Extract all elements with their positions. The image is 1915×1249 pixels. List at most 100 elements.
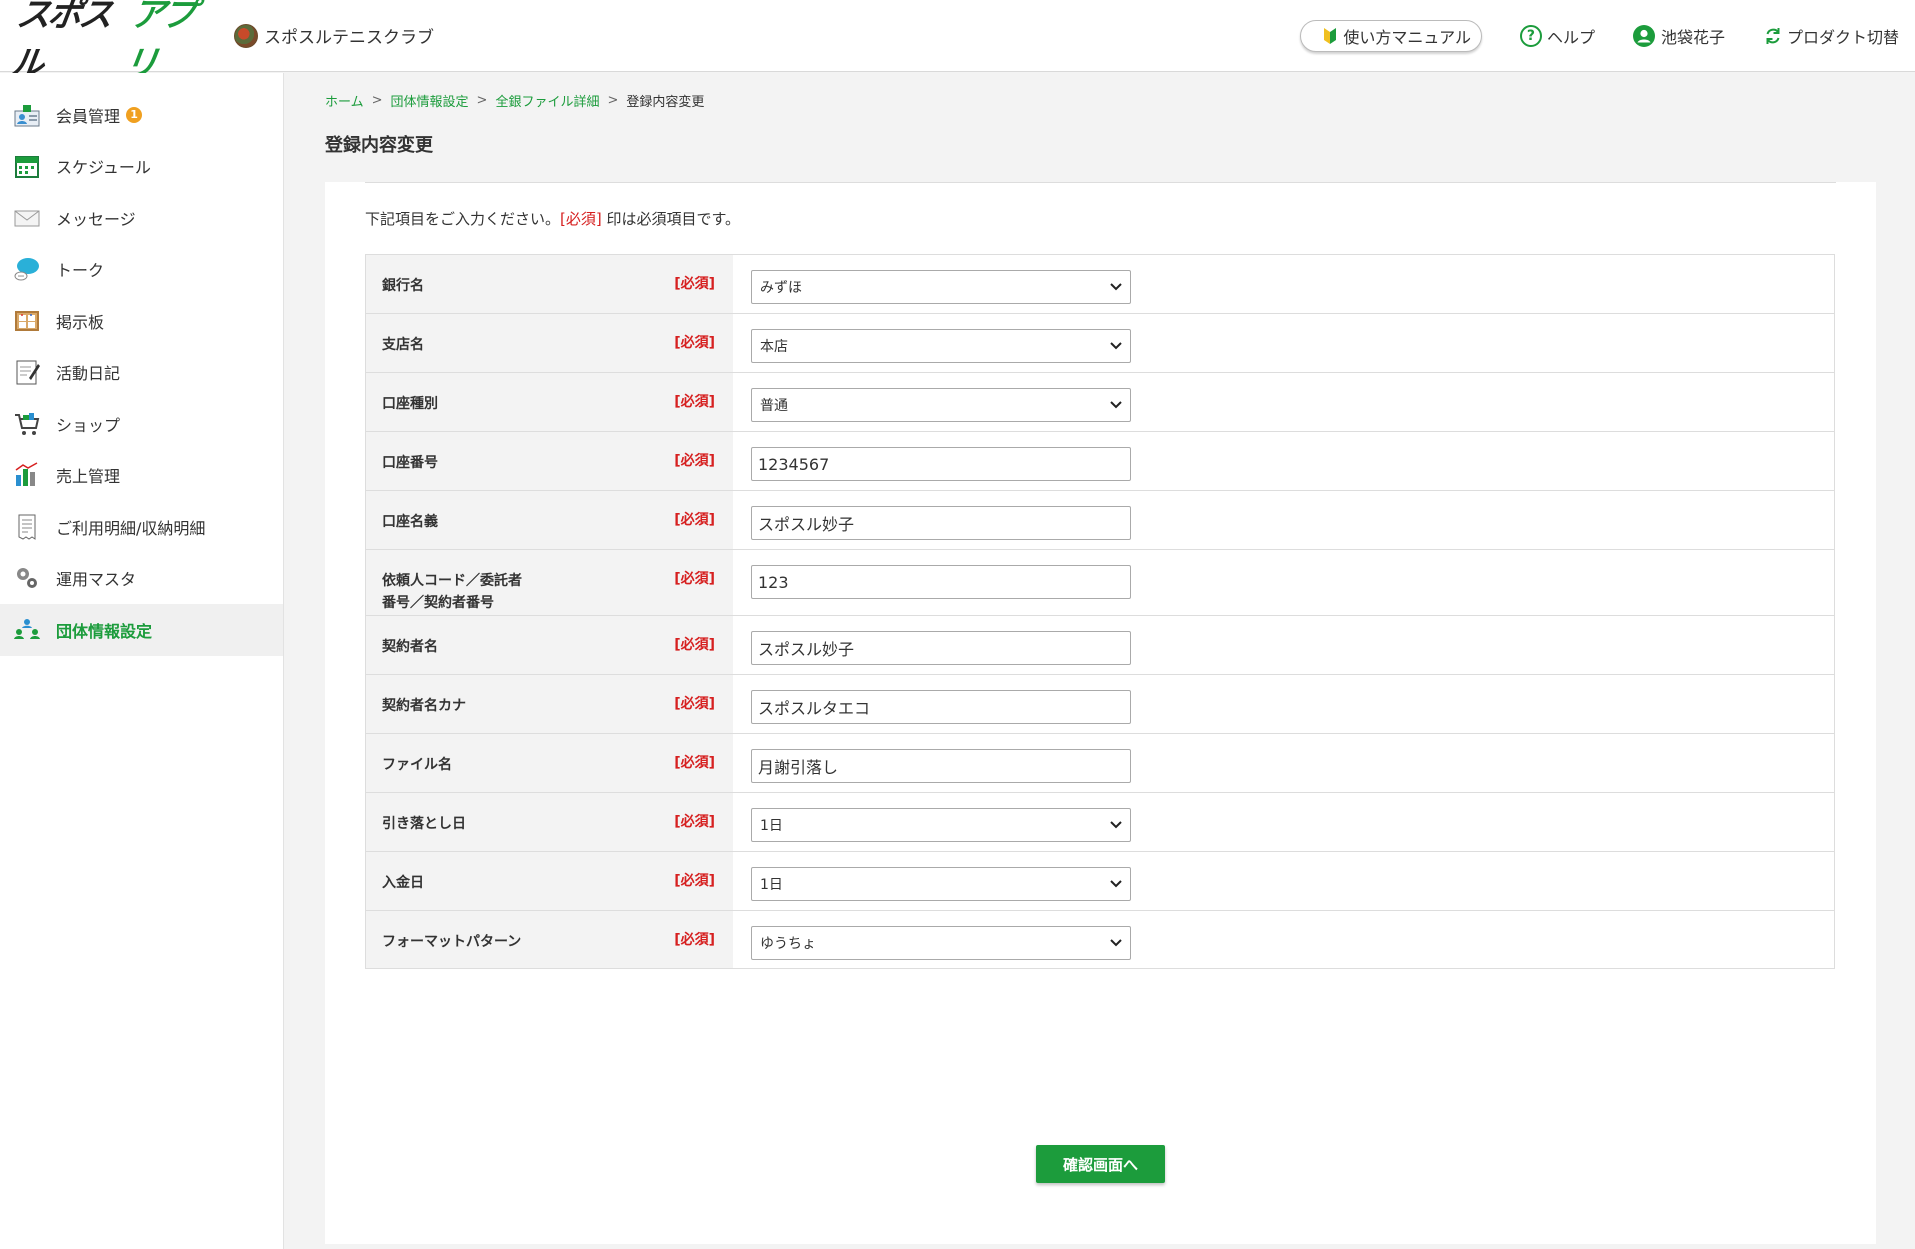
breadcrumb-home[interactable]: ホーム [325,91,364,110]
form-row-account-holder: 口座名義 [必須] [366,491,1834,550]
sidebar: 会員管理 1 スケジュール メッセージ トーク 掲示板 活動日記 ショップ 売上… [0,73,284,1249]
field-label-cell: 依頼人コード／委託者 番号／契約者番号 [必須] [366,550,733,615]
mail-icon [12,203,42,233]
sidebar-item-label: 会員管理 [56,106,121,126]
notification-badge: 1 [126,106,143,123]
format-pattern-select[interactable]: ゆうちょ [751,926,1131,960]
field-label: 銀行名 [382,278,424,294]
form-row-format-pattern: フォーマットパターン [必須] ゆうちょ [366,911,1834,969]
field-label-cell: 支店名 [必須] [366,314,733,372]
sidebar-item-messages[interactable]: メッセージ [0,192,283,244]
sidebar-item-members[interactable]: 会員管理 1 [0,89,283,141]
field-label-cell: 引き落とし日 [必須] [366,793,733,851]
field-label-cell: 銀行名 [必須] [366,255,733,313]
receipt-icon [12,512,42,542]
field-input-cell: 1日 [733,852,1834,910]
required-tag: [必須] [674,453,715,469]
field-label-cell: 口座種別 [必須] [366,373,733,431]
sidebar-item-label: ご利用明細/収納明細 [56,518,206,538]
form-row-account-number: 口座番号 [必須] [366,432,1834,491]
field-label-cell: 入金日 [必須] [366,852,733,910]
branch-name-select[interactable]: 本店 [751,329,1131,363]
chevron-down-icon [1110,880,1122,888]
file-name-input[interactable] [751,749,1131,783]
sidebar-item-label: 運用マスタ [56,570,137,590]
deposit-day-select[interactable]: 1日 [751,867,1131,901]
sidebar-item-label: 売上管理 [56,467,121,487]
product-switch-link[interactable]: プロダクト切替 [1763,24,1899,48]
form-row-deposit-day: 入金日 [必須] 1日 [366,852,1834,911]
sidebar-item-label: スケジュール [56,158,151,178]
breadcrumb-separator: > [607,93,619,108]
board-icon [12,306,42,336]
field-label-cell: 口座番号 [必須] [366,432,733,490]
breadcrumb: ホーム > 団体情報設定 > 全銀ファイル詳細 > 登録内容変更 [325,91,704,110]
chevron-down-icon [1110,939,1122,947]
form-row-branch-name: 支店名 [必須] 本店 [366,314,1834,373]
beginner-mark-icon [1323,27,1337,45]
confirm-button[interactable]: 確認画面へ [1036,1145,1165,1183]
requester-code-input[interactable] [751,565,1131,599]
intro-text: 下記項目をご入力ください。 [365,210,561,228]
bank-name-select[interactable]: みずほ [751,270,1131,304]
manual-label: 使い方マニュアル [1343,27,1471,47]
account-number-input[interactable] [751,447,1131,481]
sidebar-item-label: 団体情報設定 [56,621,153,641]
sidebar-item-schedule[interactable]: スケジュール [0,141,283,193]
sidebar-item-operations-master[interactable]: 運用マスタ [0,553,283,605]
form-row-withdrawal-day: 引き落とし日 [必須] 1日 [366,793,1834,852]
sidebar-item-talk[interactable]: トーク [0,244,283,296]
field-label: 契約者名カナ [382,698,466,714]
field-input-cell [733,616,1834,674]
field-input-cell [733,432,1834,490]
contractor-kana-input[interactable] [751,690,1131,724]
field-label-line1: 依頼人コード／委託者 [382,573,522,589]
field-label-cell: 契約者名 [必須] [366,616,733,674]
diary-icon [12,357,42,387]
account-type-select[interactable]: 普通 [751,388,1131,422]
user-menu[interactable]: 池袋花子 [1632,24,1725,48]
breadcrumb-separator: > [371,93,383,108]
help-label: ヘルプ [1546,27,1595,47]
manual-button[interactable]: 使い方マニュアル [1300,19,1482,52]
refresh-switch-icon [1763,26,1783,46]
club-selector[interactable]: スポスルテニスクラブ [234,23,434,48]
sidebar-item-sales[interactable]: 売上管理 [0,450,283,502]
select-value: 本店 [760,339,788,355]
field-input-cell [733,491,1834,549]
user-icon [1632,24,1655,47]
app-logo[interactable]: スポスル アプリ [7,0,217,84]
logo-text-black: スポスル [7,0,113,84]
help-link[interactable]: ? ヘルプ [1519,24,1595,48]
contractor-name-input[interactable] [751,631,1131,665]
breadcrumb-bank-file-detail[interactable]: 全銀ファイル詳細 [495,91,599,110]
withdrawal-day-select[interactable]: 1日 [751,808,1131,842]
breadcrumb-separator: > [476,93,488,108]
sidebar-item-group-settings[interactable]: 団体情報設定 [0,604,283,656]
field-input-cell: 本店 [733,314,1834,372]
field-label-cell: ファイル名 [必須] [366,734,733,792]
field-label-cell: 契約者名カナ [必須] [366,675,733,733]
help-icon: ? [1519,24,1542,47]
sidebar-item-statements[interactable]: ご利用明細/収納明細 [0,501,283,553]
field-label: 入金日 [382,875,424,891]
account-holder-input[interactable] [751,506,1131,540]
calendar-icon [12,151,42,181]
field-label: 引き落とし日 [382,816,466,832]
sidebar-item-diary[interactable]: 活動日記 [0,347,283,399]
form-table: 銀行名 [必須] みずほ 支店名 [必須] 本店 口座種別 [必須] 普通 口座… [365,254,1835,969]
select-value: みずほ [760,280,802,296]
required-tag: [必須] [674,755,715,771]
form-row-file-name: ファイル名 [必須] [366,734,1834,793]
field-label: 支店名 [382,337,424,353]
group-settings-icon [12,615,42,645]
required-tag: [必須] [674,276,715,292]
sidebar-item-board[interactable]: 掲示板 [0,295,283,347]
club-emblem-icon [234,23,258,48]
breadcrumb-group-settings[interactable]: 団体情報設定 [391,91,469,110]
panel-divider [365,182,1836,183]
sidebar-item-shop[interactable]: ショップ [0,398,283,450]
members-icon [12,100,42,130]
required-tag: [必須] [674,335,715,351]
form-intro: 下記項目をご入力ください。[必須] 印は必須項目です。 [365,208,740,229]
